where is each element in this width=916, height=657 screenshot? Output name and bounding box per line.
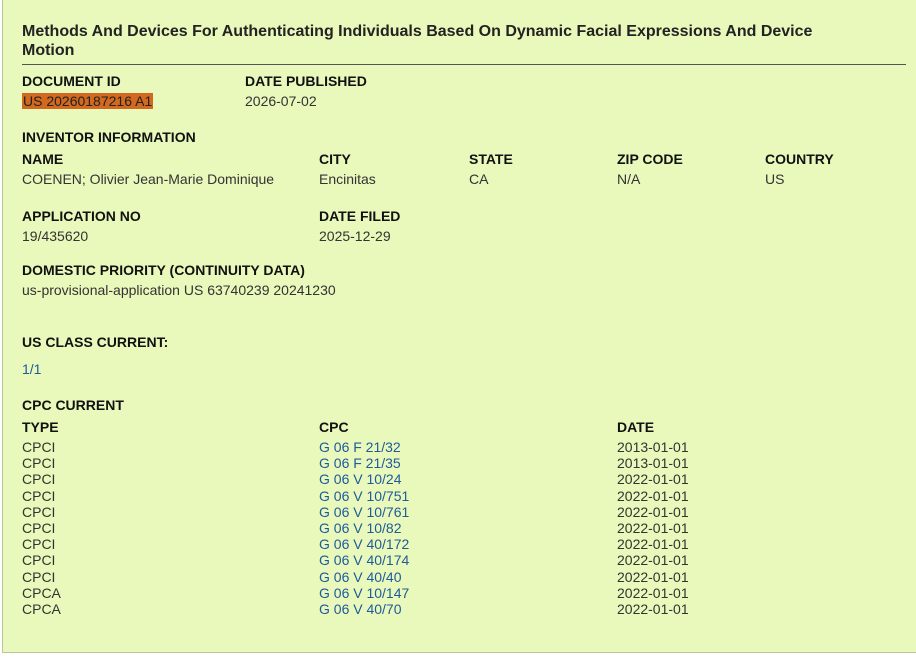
cpc-code-link[interactable]: G 06 V 40/40 — [319, 569, 402, 585]
cpc-type-cell: CPCI — [22, 504, 56, 520]
cpc-code-link[interactable]: G 06 F 21/35 — [319, 455, 401, 471]
cpc-type-cell: CPCI — [22, 488, 56, 504]
table-row: CPCI G 06 F 21/35 2013-01-01 — [3, 455, 903, 471]
domestic-priority-label: DOMESTIC PRIORITY (CONTINUITY DATA) — [22, 262, 305, 278]
cpc-date-header: DATE — [617, 419, 655, 435]
cpc-date-cell: 2022-01-01 — [617, 601, 689, 617]
cpc-code-link[interactable]: G 06 V 10/24 — [319, 471, 402, 487]
inventor-city-label: CITY — [319, 151, 351, 167]
inventor-city-value: Encinitas — [319, 171, 376, 187]
table-row: CPCI G 06 F 21/32 2013-01-01 — [3, 439, 903, 455]
cpc-code-header: CPC — [319, 419, 349, 435]
cpc-code-link[interactable]: G 06 V 40/172 — [319, 536, 409, 552]
cpc-code-link[interactable]: G 06 V 10/761 — [319, 504, 409, 520]
cpc-type-cell: CPCA — [22, 585, 61, 601]
cpc-type-cell: CPCI — [22, 520, 56, 536]
cpc-type-cell: CPCI — [22, 536, 56, 552]
application-no-value: 19/435620 — [22, 228, 89, 244]
inventor-name-value: COENEN; Olivier Jean-Marie Dominique — [22, 171, 275, 187]
cpc-code-link[interactable]: G 06 F 21/32 — [319, 439, 401, 455]
inventor-country-label: COUNTRY — [765, 151, 834, 167]
document-panel: Methods And Devices For Authenticating I… — [2, 0, 916, 653]
document-title: Methods And Devices For Authenticating I… — [22, 23, 813, 59]
us-class-link[interactable]: 1/1 — [22, 361, 41, 377]
inventor-zip-label: ZIP CODE — [617, 151, 683, 167]
table-row: CPCI G 06 V 40/172 2022-01-01 — [3, 536, 903, 552]
table-row: CPCA G 06 V 40/70 2022-01-01 — [3, 601, 903, 617]
cpc-code-link[interactable]: G 06 V 40/174 — [319, 552, 409, 568]
cpc-code-link[interactable]: G 06 V 10/147 — [319, 585, 409, 601]
document-id-highlight: US 20260187216 A1 — [22, 93, 154, 109]
cpc-date-cell: 2022-01-01 — [617, 520, 689, 536]
cpc-date-cell: 2022-01-01 — [617, 552, 689, 568]
table-row: CPCI G 06 V 10/761 2022-01-01 — [3, 504, 903, 520]
inventor-name-label: NAME — [22, 151, 64, 167]
date-filed-label: DATE FILED — [319, 208, 401, 224]
title-divider — [22, 64, 906, 65]
table-row: CPCI G 06 V 40/40 2022-01-01 — [3, 569, 903, 585]
cpc-date-cell: 2022-01-01 — [617, 536, 689, 552]
table-row: CPCA G 06 V 10/147 2022-01-01 — [3, 585, 903, 601]
table-row: CPCI G 06 V 10/751 2022-01-01 — [3, 488, 903, 504]
inventor-section-label: INVENTOR INFORMATION — [22, 129, 196, 145]
us-class-label: US CLASS CURRENT: — [22, 334, 169, 350]
cpc-current-label: CPC CURRENT — [22, 397, 124, 413]
table-row: CPCI G 06 V 10/82 2022-01-01 — [3, 520, 903, 536]
inventor-state-value: CA — [469, 171, 489, 187]
document-id-label: DOCUMENT ID — [22, 73, 121, 89]
cpc-type-cell: CPCI — [22, 455, 56, 471]
cpc-type-header: TYPE — [22, 419, 59, 435]
cpc-code-link[interactable]: G 06 V 10/82 — [319, 520, 402, 536]
cpc-date-cell: 2013-01-01 — [617, 439, 689, 455]
inventor-zip-value: N/A — [617, 171, 641, 187]
inventor-state-label: STATE — [469, 151, 513, 167]
cpc-type-cell: CPCI — [22, 439, 56, 455]
cpc-code-link[interactable]: G 06 V 40/70 — [319, 601, 402, 617]
cpc-type-cell: CPCI — [22, 552, 56, 568]
cpc-type-cell: CPCI — [22, 471, 56, 487]
date-published-label: DATE PUBLISHED — [245, 73, 367, 89]
cpc-date-cell: 2022-01-01 — [617, 585, 689, 601]
application-no-label: APPLICATION NO — [22, 208, 141, 224]
cpc-date-cell: 2022-01-01 — [617, 504, 689, 520]
date-filed-value: 2025-12-29 — [319, 228, 391, 244]
inventor-country-value: US — [765, 171, 785, 187]
cpc-date-cell: 2022-01-01 — [617, 471, 689, 487]
table-row: CPCI G 06 V 40/174 2022-01-01 — [3, 552, 903, 568]
document-id-value: US 20260187216 A1 — [22, 93, 154, 109]
cpc-type-cell: CPCI — [22, 569, 56, 585]
cpc-code-link[interactable]: G 06 V 10/751 — [319, 488, 409, 504]
date-published-value: 2026-07-02 — [245, 93, 317, 109]
domestic-priority-value: us-provisional-application US 63740239 2… — [22, 282, 336, 298]
cpc-date-cell: 2022-01-01 — [617, 569, 689, 585]
cpc-date-cell: 2013-01-01 — [617, 455, 689, 471]
table-row: CPCI G 06 V 10/24 2022-01-01 — [3, 471, 903, 487]
cpc-date-cell: 2022-01-01 — [617, 488, 689, 504]
cpc-type-cell: CPCA — [22, 601, 61, 617]
